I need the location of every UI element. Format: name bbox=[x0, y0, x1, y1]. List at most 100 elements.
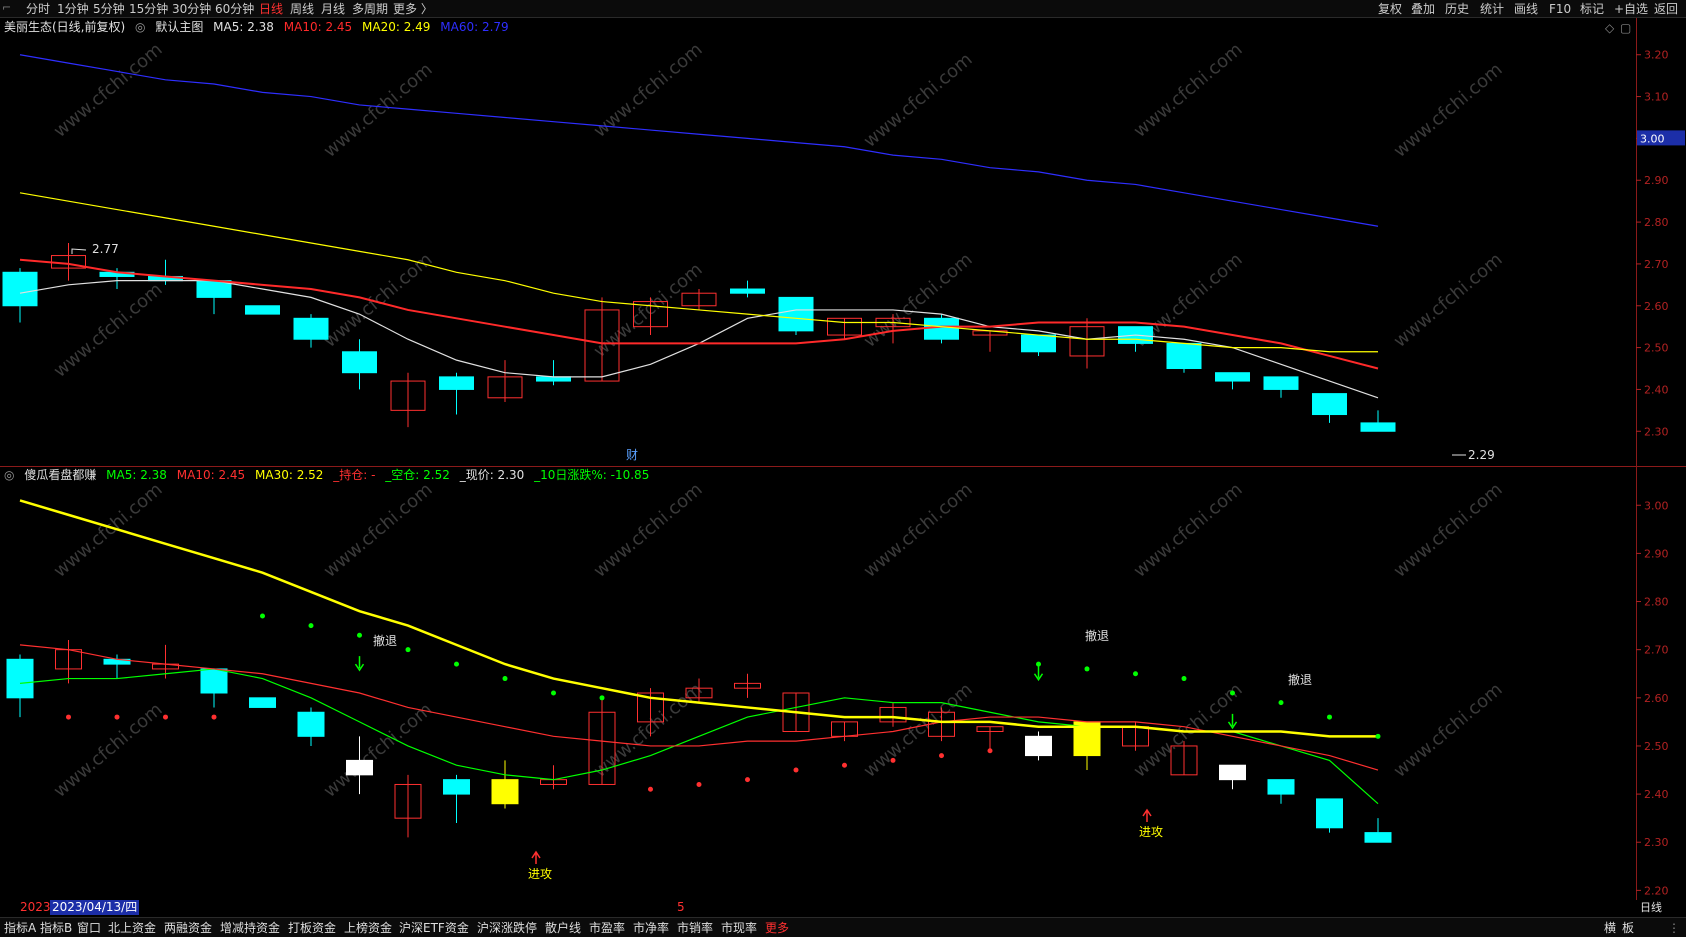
indicator-toggle-icon[interactable]: ◎ bbox=[4, 468, 14, 482]
watermark-text: www.cfchi.com bbox=[1390, 249, 1507, 352]
candle-body[interactable] bbox=[536, 376, 571, 382]
tab-billboard-funds[interactable]: 上榜资金 bbox=[344, 920, 392, 936]
adjust-button[interactable]: 复权 bbox=[1378, 1, 1402, 17]
board-toggle[interactable]: 板 bbox=[1622, 920, 1634, 936]
indicator-tick-label: 2.60 bbox=[1644, 692, 1669, 705]
period-tab-1min[interactable]: 1分钟 bbox=[57, 1, 89, 17]
price-tick-label: 2.30 bbox=[1644, 425, 1669, 438]
tab-retail-line[interactable]: 散户线 bbox=[545, 920, 581, 936]
period-tab-60min[interactable]: 60分钟 bbox=[215, 1, 254, 17]
tab-pb-ratio[interactable]: 市净率 bbox=[633, 920, 669, 936]
candle-body[interactable] bbox=[245, 305, 280, 315]
tab-limit-up-funds[interactable]: 打板资金 bbox=[288, 920, 336, 936]
candle-body[interactable] bbox=[1166, 342, 1202, 370]
candle-body[interactable] bbox=[1312, 393, 1347, 416]
empty-position-dot bbox=[1375, 733, 1381, 739]
add-watchlist-button[interactable]: +自选 bbox=[1614, 1, 1648, 17]
candle-body[interactable] bbox=[1025, 735, 1052, 757]
candle-body[interactable] bbox=[730, 288, 765, 294]
tab-margin-funds[interactable]: 两融资金 bbox=[164, 920, 212, 936]
template-toggle-icon[interactable]: ◎ bbox=[135, 20, 145, 34]
indicator-tick-label: 2.90 bbox=[1644, 547, 1669, 560]
price-tick-label: 2.70 bbox=[1644, 258, 1669, 271]
candle-body[interactable] bbox=[1215, 372, 1250, 382]
period-tab-more[interactable]: 更多 〉 bbox=[393, 1, 433, 17]
resize-grip-icon[interactable]: ⋮ bbox=[1668, 920, 1680, 936]
f10-button[interactable]: F10 bbox=[1549, 1, 1571, 17]
tab-window[interactable]: 窗口 bbox=[77, 920, 101, 936]
period-tab-fenshi[interactable]: 分时 bbox=[26, 1, 50, 17]
period-tab-weekly[interactable]: 周线 bbox=[290, 1, 314, 17]
candle-body[interactable] bbox=[1021, 334, 1056, 353]
price-tick-label: 2.90 bbox=[1644, 174, 1669, 187]
tab-more[interactable]: 更多 bbox=[765, 920, 789, 936]
period-tab-multi[interactable]: 多周期 bbox=[352, 1, 388, 17]
empty-position-dot bbox=[1327, 714, 1332, 720]
candle-body[interactable] bbox=[293, 317, 329, 340]
candle-body[interactable] bbox=[439, 376, 474, 390]
indicator-tick-label: 3.00 bbox=[1644, 499, 1669, 512]
candle-body[interactable] bbox=[1316, 798, 1343, 829]
candle-body[interactable] bbox=[200, 668, 228, 694]
tab-limit-stats[interactable]: 沪深涨跌停 bbox=[477, 920, 537, 936]
hold-position-dot bbox=[648, 786, 653, 792]
tab-northbound-funds[interactable]: 北上资金 bbox=[108, 920, 156, 936]
month-mark-label: 5 bbox=[677, 900, 685, 914]
indicator-pane[interactable]: 撤退 撤退撤退进攻进攻 bbox=[6, 499, 1392, 881]
period-tab-monthly[interactable]: 月线 bbox=[321, 1, 345, 17]
candle-body[interactable] bbox=[2, 271, 38, 307]
overlay-button[interactable]: 叠加 bbox=[1411, 1, 1435, 17]
tab-holding-change-funds[interactable]: 增减持资金 bbox=[220, 920, 280, 936]
draw-line-button[interactable]: 画线 bbox=[1514, 1, 1538, 17]
mark-button[interactable]: 标记 bbox=[1580, 1, 1604, 17]
maximize-icon[interactable]: ▢ bbox=[1620, 20, 1631, 36]
diamond-icon[interactable]: ◇ bbox=[1605, 20, 1614, 36]
candle-body[interactable] bbox=[491, 779, 519, 805]
window-corner-icon[interactable]: ⌐ bbox=[2, 1, 11, 14]
hold-position-dot bbox=[987, 748, 993, 754]
tab-pe-ratio[interactable]: 市盈率 bbox=[589, 920, 625, 936]
candle-body[interactable] bbox=[1364, 832, 1392, 843]
main-template-label[interactable]: 默认主图 bbox=[155, 20, 203, 34]
hold-position-dot bbox=[211, 714, 217, 720]
candle-body[interactable] bbox=[924, 317, 959, 340]
candle-body[interactable] bbox=[778, 296, 814, 332]
price-tick-label: 2.80 bbox=[1644, 216, 1669, 229]
retreat-arrow-icon bbox=[354, 656, 365, 672]
tab-indicator-a[interactable]: 指标A bbox=[4, 920, 36, 936]
back-button[interactable]: 返回 bbox=[1654, 1, 1678, 17]
stock-title[interactable]: 美丽生态(日线,前复权) bbox=[4, 20, 125, 34]
period-tab-15min[interactable]: 15分钟 bbox=[129, 1, 168, 17]
empty-position-dot bbox=[454, 661, 459, 667]
candle-body[interactable] bbox=[1263, 376, 1299, 390]
candle-body[interactable] bbox=[1267, 779, 1295, 795]
axis-mode-label[interactable]: 日线 bbox=[1638, 900, 1686, 915]
tab-ps-ratio[interactable]: 市销率 bbox=[677, 920, 713, 936]
statistics-button[interactable]: 统计 bbox=[1480, 1, 1504, 17]
period-tab-30min[interactable]: 30分钟 bbox=[172, 1, 211, 17]
candle-body[interactable] bbox=[6, 658, 34, 699]
candle-body[interactable] bbox=[346, 759, 373, 776]
price-axis: 3.20 3.10 3.00 2.90 2.80 2.70 2.60 2.50 2.40 2.30… bbox=[1636, 49, 1685, 897]
candle-body[interactable] bbox=[1219, 764, 1246, 781]
candle-body[interactable] bbox=[249, 697, 276, 708]
kline-chart-area[interactable]: www.cfchi.com www.cfchi.com www.cfchi.com w… bbox=[0, 18, 1686, 900]
landscape-toggle[interactable]: 横 bbox=[1604, 920, 1616, 936]
history-button[interactable]: 历史 bbox=[1445, 1, 1469, 17]
tab-etf-funds[interactable]: 沪深ETF资金 bbox=[399, 920, 469, 936]
candle-body[interactable] bbox=[1360, 422, 1396, 432]
candle-body[interactable] bbox=[342, 351, 377, 374]
price-tick-label: 3.10 bbox=[1644, 91, 1669, 104]
main-price-pane[interactable]: 2.77 2.29 财 bbox=[2, 54, 1495, 462]
period-tab-daily[interactable]: 日线 bbox=[259, 1, 283, 17]
period-tab-5min[interactable]: 5分钟 bbox=[93, 1, 125, 17]
candle-body[interactable] bbox=[297, 711, 325, 737]
indicator-name[interactable]: 傻瓜看盘都赚 bbox=[24, 468, 96, 482]
hold-position-dot bbox=[745, 777, 750, 783]
ma60-value: MA60: 2.79 bbox=[440, 20, 509, 34]
tab-indicator-b[interactable]: 指标B bbox=[40, 920, 72, 936]
candle-body[interactable] bbox=[443, 779, 470, 795]
tab-pcf-ratio[interactable]: 市现率 bbox=[721, 920, 757, 936]
finance-marker-icon[interactable]: 财 bbox=[626, 448, 638, 462]
indicator-info-bar: ◎ 傻瓜看盘都赚 MA5: 2.38 MA10: 2.45 MA30: 2.52… bbox=[4, 467, 655, 483]
